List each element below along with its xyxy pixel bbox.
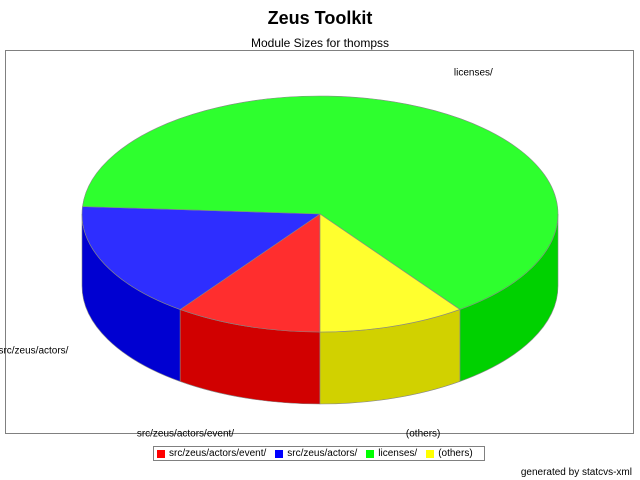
legend-item: src/zeus/actors/event/ xyxy=(157,448,266,459)
legend-swatch xyxy=(157,449,165,458)
legend-label: (others) xyxy=(438,448,473,459)
legend-item: src/zeus/actors/ xyxy=(275,448,357,459)
legend-label: licenses/ xyxy=(378,448,418,459)
legend-swatch xyxy=(275,449,284,458)
legend-swatch xyxy=(366,449,375,458)
slice-label: src/zeus/actors/ xyxy=(0,345,69,356)
slice-label: (others) xyxy=(406,428,440,439)
legend-label: src/zeus/actors/event/ xyxy=(169,448,267,459)
slice-label: licenses/ xyxy=(454,68,493,79)
footer-note: generated by statcvs-xml xyxy=(520,467,632,478)
legend-item: (others) xyxy=(426,448,473,459)
slice-label: src/zeus/actors/event/ xyxy=(137,428,234,439)
legend-swatch xyxy=(426,449,435,458)
pie-chart: src/zeus/actors/event/src/zeus/actors/li… xyxy=(0,68,559,439)
legend-item: licenses/ xyxy=(366,448,417,459)
legend-label: src/zeus/actors/ xyxy=(287,448,358,459)
legend: src/zeus/actors/event/ src/zeus/actors/ … xyxy=(153,446,485,461)
